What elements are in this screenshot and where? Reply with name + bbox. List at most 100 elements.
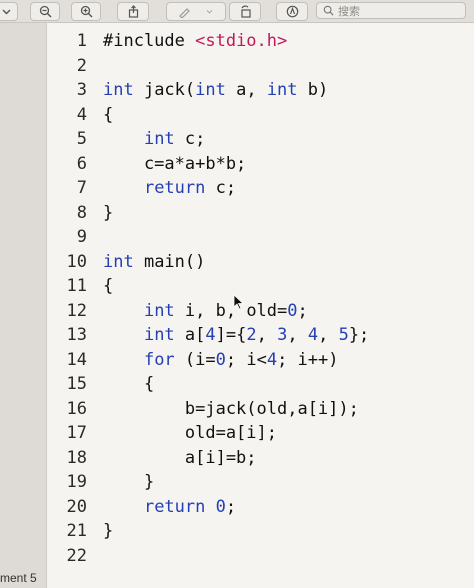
- code-token: (i=: [174, 349, 216, 370]
- line-number: 19: [66, 472, 87, 492]
- rotate-icon: [240, 5, 251, 18]
- code-line[interactable]: 13 int a[4]={2, 3, 4, 5};: [47, 323, 474, 347]
- keyword-token: int: [266, 80, 298, 100]
- code-token: a,: [225, 80, 267, 100]
- string-token: <stdio.h>: [195, 31, 288, 51]
- mouse-cursor-icon: [233, 294, 245, 310]
- line-number: 5: [76, 129, 87, 149]
- zoom-in-button[interactable]: [71, 2, 101, 21]
- code-token: {: [103, 104, 114, 125]
- code-line[interactable]: 21}: [47, 519, 474, 543]
- line-number: 9: [76, 227, 87, 247]
- code-token: ]={: [215, 325, 247, 345]
- number-token: 3: [277, 325, 288, 345]
- search-input[interactable]: 搜索: [316, 2, 466, 19]
- code-token: main(): [133, 251, 206, 272]
- code-text: int c;: [103, 127, 205, 151]
- code-token: ;: [297, 300, 308, 321]
- keyword-token: return: [143, 496, 206, 517]
- line-number: 16: [66, 398, 87, 419]
- code-text: {: [103, 274, 113, 298]
- line-number: 6: [76, 153, 87, 174]
- line-number: 22: [66, 545, 87, 566]
- code-line[interactable]: 14 for (i=0; i<4; i++): [47, 348, 474, 372]
- sidebar: [0, 23, 47, 588]
- code-line[interactable]: 11 {: [47, 274, 474, 298]
- code-line[interactable]: 3 int jack(int a, int b): [47, 78, 474, 102]
- toolbar: 搜索: [0, 0, 474, 23]
- code-line[interactable]: 6 c=a*a+b*b;: [47, 152, 474, 176]
- code-token: jack(: [133, 80, 196, 100]
- rotate-button[interactable]: [229, 2, 261, 21]
- code-line[interactable]: 4{: [47, 103, 474, 127]
- number-token: 2: [246, 325, 257, 345]
- code-text: for (i=0; i<4; i++): [103, 348, 339, 372]
- highlight-button[interactable]: [166, 2, 226, 21]
- keyword-token: int: [195, 80, 226, 100]
- code-line[interactable]: 18 a[i]=b;: [47, 446, 474, 470]
- markup-button[interactable]: [276, 2, 308, 21]
- code-line[interactable]: 2: [47, 54, 474, 78]
- line-number: 18: [66, 447, 87, 468]
- code-token: ; i<: [225, 349, 267, 370]
- code-line[interactable]: 19 }: [47, 470, 474, 494]
- line-number: 2: [76, 55, 87, 76]
- code-line[interactable]: 12 int i, b, old=0;: [47, 299, 474, 323]
- keyword-token: int: [143, 300, 175, 321]
- number-token: 4: [266, 349, 278, 370]
- keyword-token: return: [143, 178, 206, 198]
- code-line[interactable]: 16 b=jack(old,a[i]);: [47, 397, 474, 421]
- code-token: a[: [174, 325, 206, 345]
- code-token: {: [103, 374, 155, 394]
- keyword-token: int: [143, 129, 175, 149]
- code-token: }: [103, 472, 155, 492]
- keyword-token: int: [143, 325, 175, 345]
- zoom-out-button[interactable]: [30, 2, 60, 21]
- code-token: old=a[i];: [103, 423, 277, 443]
- code-token: {: [103, 276, 114, 296]
- share-icon: [128, 5, 138, 18]
- code-text: }: [103, 470, 154, 494]
- code-token: };: [348, 325, 370, 345]
- code-token: ,: [287, 325, 308, 345]
- code-text: old=a[i];: [103, 421, 277, 445]
- code-editor[interactable]: 1 #include <stdio.h> 2 3 int jack(int a, int…: [47, 23, 474, 588]
- code-text: int i, b, old=0;: [103, 299, 308, 323]
- number-token: 5: [338, 325, 349, 345]
- code-token: #include: [103, 31, 196, 51]
- sidebar-menu-button[interactable]: [0, 2, 18, 21]
- keyword-token: for: [143, 349, 175, 370]
- code-line[interactable]: 8}: [47, 201, 474, 225]
- line-number: 13: [66, 325, 87, 345]
- code-line[interactable]: 17 old=a[i];: [47, 421, 474, 445]
- code-line[interactable]: 5 int c;: [47, 127, 474, 151]
- code-line[interactable]: 9: [47, 225, 474, 249]
- code-line[interactable]: 10 int main(): [47, 250, 474, 274]
- line-number: 12: [66, 300, 87, 321]
- code-text: int main(): [103, 250, 205, 274]
- code-token: b=jack(old,a[i]);: [103, 398, 359, 419]
- code-line[interactable]: 15 {: [47, 372, 474, 396]
- code-line[interactable]: 7 return c;: [47, 176, 474, 200]
- code-line[interactable]: 20 return 0;: [47, 495, 474, 519]
- code-token: ; i++): [277, 349, 339, 370]
- zoom-in-icon: [80, 5, 92, 18]
- chevron-down-icon: [206, 10, 213, 14]
- number-token: 4: [205, 325, 216, 345]
- highlighter-icon: [179, 8, 190, 18]
- code-token: b): [297, 80, 329, 100]
- line-number: 1: [76, 31, 87, 51]
- share-button[interactable]: [117, 2, 149, 21]
- line-number: 7: [76, 178, 87, 198]
- markup-pen-icon: [286, 5, 298, 18]
- keyword-token: int: [103, 251, 134, 272]
- line-number: 20: [66, 496, 87, 517]
- line-number: 4: [76, 104, 87, 125]
- code-line[interactable]: 1 #include <stdio.h>: [47, 29, 474, 53]
- code-line[interactable]: 22: [47, 544, 474, 568]
- code-text: return c;: [103, 176, 236, 200]
- code-text: b=jack(old,a[i]);: [103, 397, 359, 421]
